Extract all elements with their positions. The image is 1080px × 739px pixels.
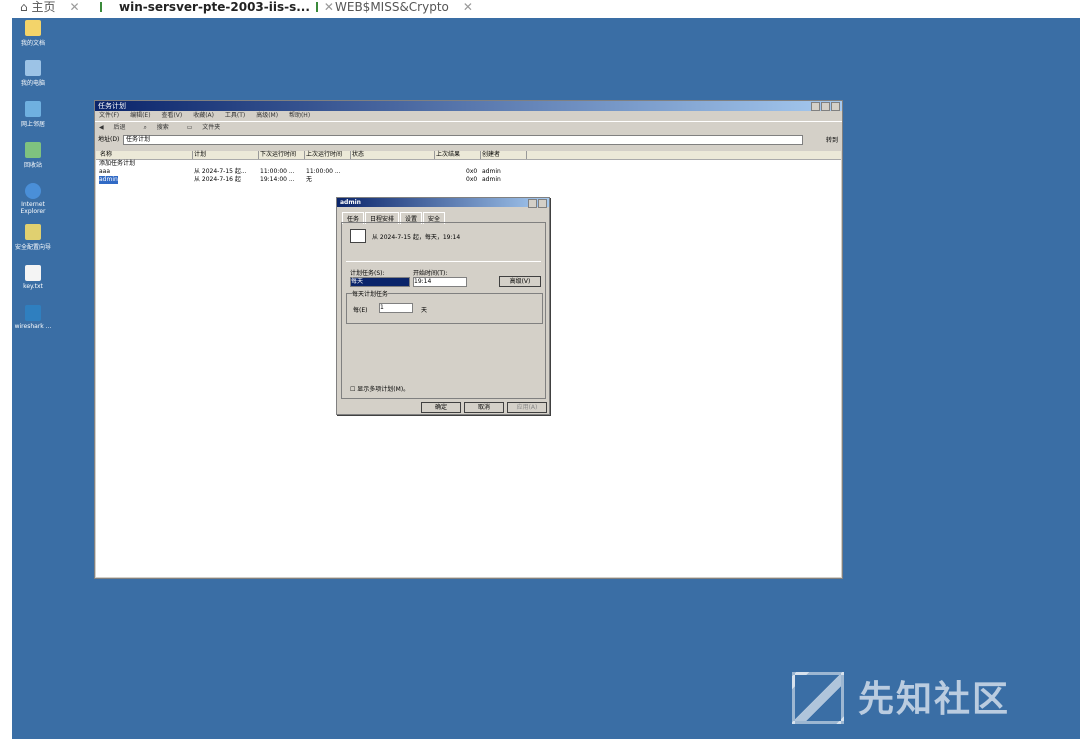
minimize-icon[interactable] <box>811 102 820 111</box>
search-icon: ⌕ <box>143 124 149 131</box>
schedule-label: 计划任务(S): <box>350 270 385 277</box>
col-status[interactable]: 状态 <box>350 151 435 159</box>
col-name[interactable]: 名称 <box>98 151 193 159</box>
menu-tools[interactable]: 工具(T) <box>225 112 245 119</box>
menu-edit[interactable]: 编辑(E) <box>130 112 150 119</box>
day-unit: 天 <box>421 307 428 314</box>
menu-bar: 文件(F) 编辑(E) 查看(V) 收藏(A) 工具(T) 高级(M) 帮助(H… <box>95 111 842 121</box>
search-button[interactable]: ⌕ 搜索 <box>143 124 176 131</box>
desktop-icon-wireshark[interactable]: wireshark ... <box>8 305 58 330</box>
vm-tab-home[interactable]: ⌂ 主页 ✕ <box>20 0 80 18</box>
col-next-run[interactable]: 下次运行时间 <box>258 151 305 159</box>
every-days-stepper[interactable]: 1 <box>379 303 413 313</box>
close-icon[interactable]: ✕ <box>69 0 79 14</box>
table-row[interactable]: 添加任务计划 <box>96 160 841 168</box>
table-row[interactable]: admin 从 2024-7-16 起 19:14:00 ... 无 0x0 a… <box>96 176 841 184</box>
close-icon[interactable] <box>831 102 840 111</box>
back-icon: ◀ <box>99 124 106 131</box>
computer-icon <box>25 60 41 76</box>
desktop-icon-documents[interactable]: 我的文档 <box>8 20 58 47</box>
start-time-input[interactable]: 19:14 <box>413 277 467 287</box>
start-time-label: 开始时间(T): <box>413 270 448 277</box>
every-label: 每(E) <box>353 307 368 314</box>
help-icon[interactable] <box>528 199 537 208</box>
task-properties-dialog: admin 任务 日程安排 设置 安全 从 2024-7-15 起，每天，19:14 … <box>336 197 550 415</box>
window-title-bar[interactable]: 任务计划 <box>95 101 842 111</box>
vm-tab-server[interactable]: win-sersver-pte-2003-iis-s... ✕ <box>100 0 334 18</box>
folder-icon: ▭ <box>186 124 195 131</box>
ok-button[interactable]: 确定 <box>421 402 461 413</box>
security-wizard-icon <box>25 224 41 240</box>
col-creator[interactable]: 创建者 <box>480 151 527 159</box>
folder-icon <box>25 20 41 36</box>
desktop-icon-computer[interactable]: 我的电脑 <box>8 60 58 87</box>
advanced-button[interactable]: 高级(V) <box>499 276 541 287</box>
back-button[interactable]: ◀ 后退 <box>99 124 134 131</box>
table-row[interactable]: aaa 从 2024-7-15 起... 11:00:00 ... 11:00:… <box>96 168 841 176</box>
address-bar: 地址(D) 任务计划 转到 <box>95 134 842 145</box>
col-last-run[interactable]: 上次运行时间 <box>304 151 351 159</box>
dialog-tabs: 任务 日程安排 设置 安全 <box>342 212 446 224</box>
toolbar: ◀ 后退 ⌕ 搜索 ▭ 文件夹 <box>95 121 842 134</box>
apply-button[interactable]: 应用(A) <box>507 402 547 413</box>
ie-icon <box>25 183 41 199</box>
window-title: 任务计划 <box>98 102 126 110</box>
schedule-icon <box>350 229 366 243</box>
vm-tab-bar: ⌂ 主页 ✕ win-sersver-pte-2003-iis-s... ✕ WEB… <box>0 0 1080 19</box>
desktop-icon-recycle[interactable]: 回收站 <box>8 142 58 169</box>
wireshark-icon <box>25 305 41 321</box>
menu-favorites[interactable]: 收藏(A) <box>193 112 214 119</box>
recycle-bin-icon <box>25 142 41 158</box>
close-icon[interactable]: ✕ <box>463 0 473 14</box>
desktop-icon-keytxt[interactable]: key.txt <box>8 265 58 290</box>
desktop-icon-ie[interactable]: Internet Explorer <box>8 183 58 215</box>
divider <box>346 261 541 262</box>
column-headers: 名称 计划 下次运行时间 上次运行时间 状态 上次结果 创建者 <box>96 151 841 160</box>
dialog-title: admin <box>340 199 361 206</box>
desktop-icon-network[interactable]: 网上邻居 <box>8 101 58 128</box>
vm-icon <box>316 2 329 12</box>
maximize-icon[interactable] <box>821 102 830 111</box>
schedule-panel: 从 2024-7-15 起，每天，19:14 计划任务(S): 每天 开始时间(… <box>341 222 546 399</box>
schedule-summary: 从 2024-7-15 起，每天，19:14 <box>372 234 461 241</box>
dialog-title-bar[interactable]: admin <box>337 198 549 208</box>
vm-tab-crypto[interactable]: WEB$MISS&Crypto ✕ <box>316 0 473 18</box>
address-input[interactable]: 任务计划 <box>123 135 803 145</box>
vm-icon <box>100 2 113 12</box>
address-label: 地址(D) <box>98 136 120 143</box>
daily-group-label: 每天计划任务 <box>352 289 389 298</box>
home-icon: ⌂ <box>20 0 32 14</box>
menu-help[interactable]: 帮助(H) <box>289 112 310 119</box>
watermark-text: 先知社区 <box>858 679 1011 720</box>
menu-advanced[interactable]: 高级(M) <box>256 112 278 119</box>
col-last-result[interactable]: 上次结果 <box>434 151 481 159</box>
watermark-logo-icon <box>792 672 844 724</box>
daily-group: 每天计划任务 每(E) 1 天 <box>346 289 543 324</box>
go-button[interactable]: 转到 <box>826 135 838 146</box>
cancel-button[interactable]: 取消 <box>464 402 504 413</box>
multi-schedule-checkbox[interactable]: ☐ 显示多项计划(M)。 <box>350 384 409 393</box>
text-file-icon <box>25 265 41 281</box>
col-plan[interactable]: 计划 <box>192 151 259 159</box>
desktop-icon-security-wizard[interactable]: 安全配置向导 <box>8 224 58 251</box>
network-icon <box>25 101 41 117</box>
folders-button[interactable]: ▭ 文件夹 <box>187 124 229 131</box>
menu-file[interactable]: 文件(F) <box>99 112 119 119</box>
close-icon[interactable] <box>538 199 547 208</box>
menu-view[interactable]: 查看(V) <box>161 112 182 119</box>
schedule-select[interactable]: 每天 <box>350 277 410 287</box>
